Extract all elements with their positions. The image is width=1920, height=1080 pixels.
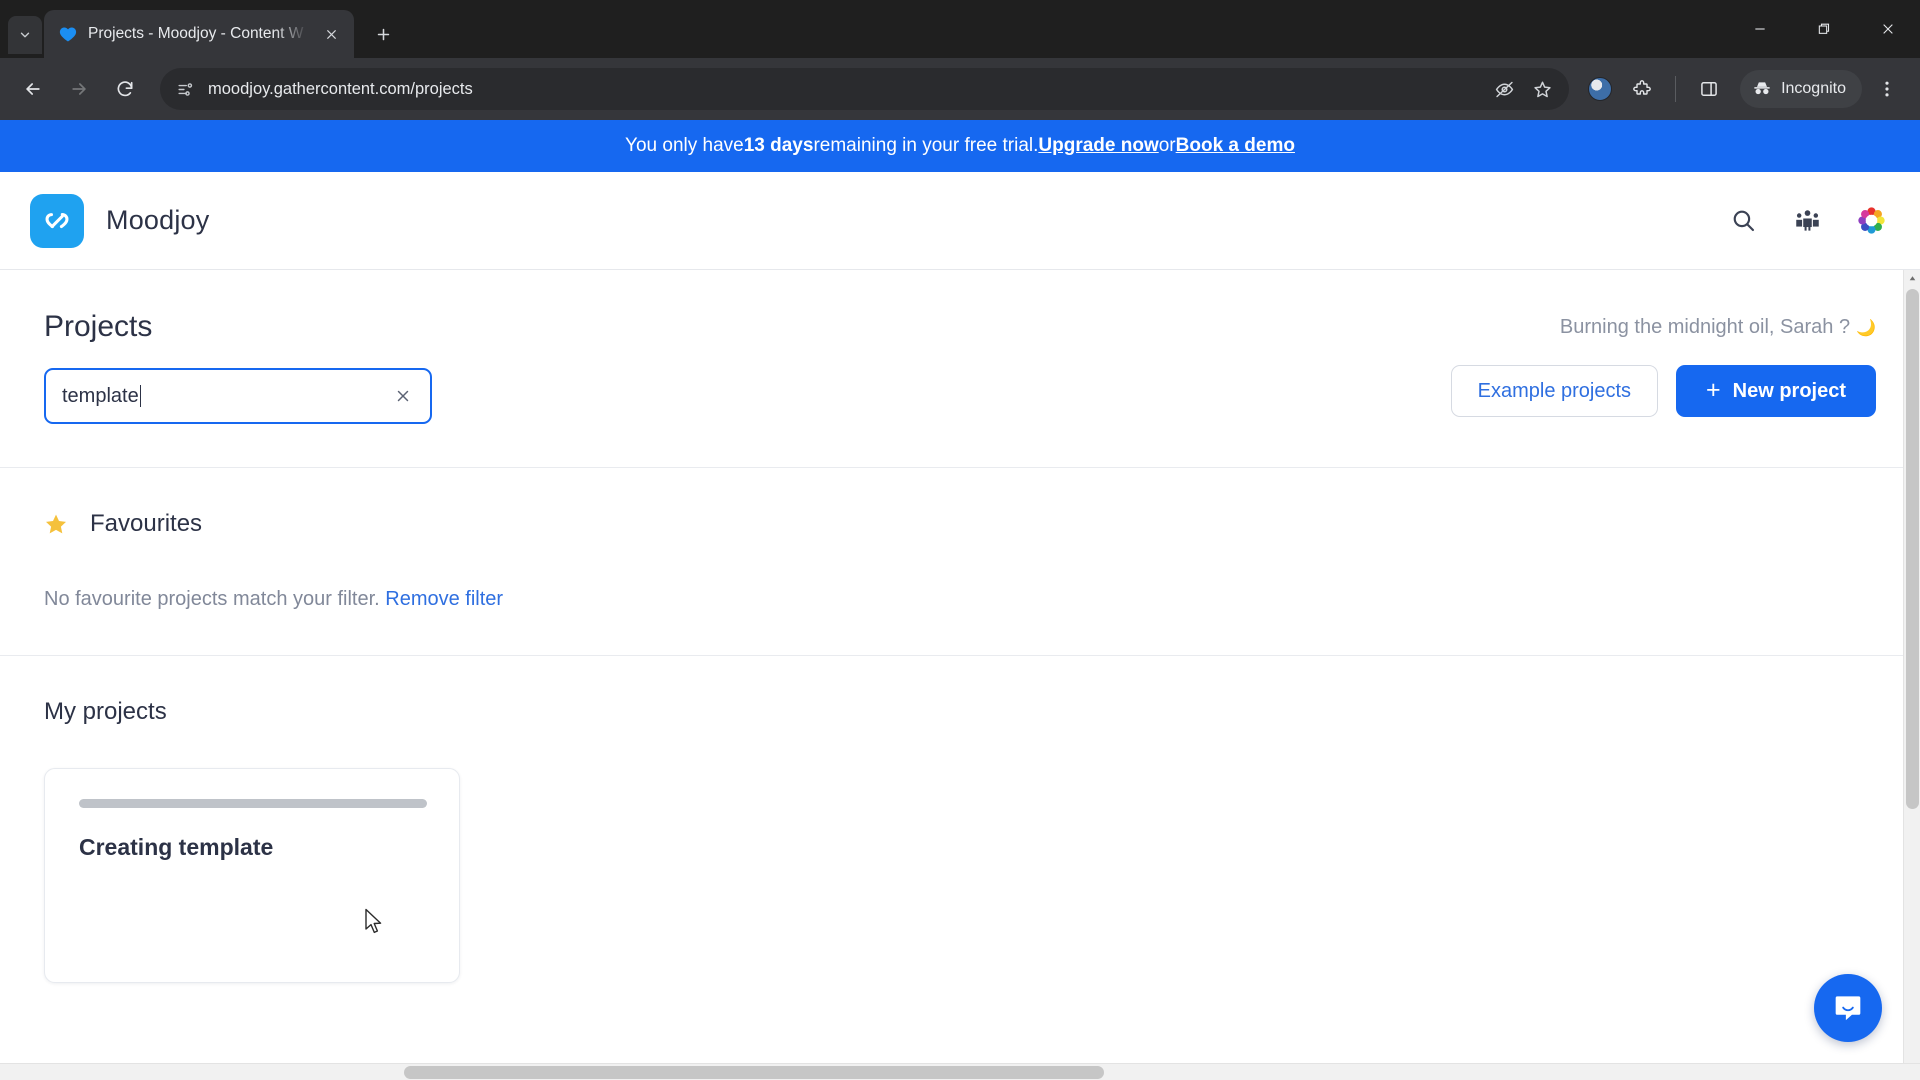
back-button[interactable] <box>12 68 54 110</box>
eye-off-icon[interactable] <box>1491 76 1517 102</box>
my-projects-title: My projects <box>44 698 167 725</box>
clear-x-icon[interactable] <box>390 383 416 409</box>
empty-label: No favourite projects match your filter. <box>44 588 380 610</box>
header-actions <box>1726 204 1888 238</box>
project-card-placeholder-bar <box>79 799 427 808</box>
toolbar-divider <box>1675 76 1677 102</box>
scroll-up-arrow-icon[interactable] <box>1904 270 1920 287</box>
page-header-right: Burning the midnight oil, Sarah ? 🌙 Exam… <box>1450 316 1876 417</box>
book-a-demo-link[interactable]: Book a demo <box>1176 135 1295 157</box>
project-card[interactable]: Creating template <box>44 768 460 983</box>
tab-search-button[interactable] <box>8 16 42 54</box>
greeting-label: Burning the midnight oil, Sarah ? <box>1559 316 1851 338</box>
search-icon[interactable] <box>1726 204 1760 238</box>
trial-banner: You only have 13 days remaining in your … <box>0 120 1920 172</box>
incognito-label: Incognito <box>1781 80 1846 97</box>
new-tab-button[interactable] <box>364 15 402 53</box>
projects-page: Projects template Burning the midnight o… <box>0 270 1920 1080</box>
minimize-button[interactable] <box>1728 0 1792 58</box>
upgrade-now-link[interactable]: Upgrade now <box>1038 135 1158 157</box>
side-panel-button[interactable] <box>1688 68 1730 110</box>
browser-toolbar: moodjoy.gathercontent.com/projects Incog… <box>0 58 1920 120</box>
url-text: moodjoy.gathercontent.com/projects <box>208 79 473 98</box>
intercom-chat-icon[interactable] <box>1814 974 1882 1042</box>
brand-name: Moodjoy <box>106 205 210 235</box>
browser-window: Projects - Moodjoy - Content W moodjoy.g… <box>0 0 1920 1080</box>
new-project-button[interactable]: + New project <box>1676 365 1876 417</box>
page-info-icon[interactable] <box>174 78 196 100</box>
incognito-indicator[interactable]: Incognito <box>1740 70 1862 108</box>
trial-days: 13 days <box>743 135 814 156</box>
rainbow-avatar-icon[interactable] <box>1854 204 1888 238</box>
app-header: Moodjoy <box>0 172 1920 270</box>
reload-button[interactable] <box>104 68 146 110</box>
page-action-buttons: Example projects + New project <box>1450 365 1876 417</box>
browser-menu-button[interactable] <box>1866 68 1908 110</box>
plus-icon: + <box>1706 375 1721 404</box>
trial-or: or <box>1158 135 1176 156</box>
trial-middle: remaining in your free trial. <box>813 135 1039 156</box>
bookmark-star-icon[interactable] <box>1529 76 1555 102</box>
remove-filter-link[interactable]: Remove filter <box>385 588 503 610</box>
greeting-text: Burning the midnight oil, Sarah ? 🌙 <box>1560 316 1876 339</box>
example-projects-button[interactable]: Example projects <box>1450 365 1659 417</box>
moodjoy-logo-icon <box>30 193 84 248</box>
favourites-empty-message: No favourite projects match your filter.… <box>44 588 1876 611</box>
vertical-scrollbar[interactable] <box>1903 270 1920 1080</box>
tab-close-button[interactable] <box>318 21 344 47</box>
my-projects-section: My projects Creating template <box>0 656 1920 983</box>
tab-strip: Projects - Moodjoy - Content W <box>0 0 1920 58</box>
browser-tab[interactable]: Projects - Moodjoy - Content W <box>44 10 354 58</box>
extensions-button[interactable] <box>1621 68 1663 110</box>
search-text: template <box>62 384 139 407</box>
greeting-emoji: 🌙 <box>1856 319 1876 337</box>
favourites-header: Favourites <box>44 510 1876 538</box>
incognito-hat-icon <box>1754 82 1770 95</box>
extension-avatar-icon[interactable] <box>1583 72 1617 106</box>
trial-prefix: You only have <box>625 135 744 156</box>
people-team-icon[interactable] <box>1790 204 1824 238</box>
horizontal-scroll-thumb[interactable] <box>404 1066 1104 1079</box>
new-project-label: New project <box>1732 379 1846 402</box>
window-close-button[interactable] <box>1856 0 1920 58</box>
star-icon <box>46 514 66 534</box>
tab-title: Projects - Moodjoy - Content W <box>88 25 304 42</box>
search-input[interactable]: template <box>44 368 432 424</box>
address-bar[interactable]: moodjoy.gathercontent.com/projects <box>160 68 1570 110</box>
forward-button[interactable] <box>58 68 100 110</box>
window-controls <box>1728 0 1920 58</box>
projects-header-area: Projects template Burning the midnight o… <box>0 270 1920 468</box>
maximize-button[interactable] <box>1792 0 1856 58</box>
vertical-scroll-thumb[interactable] <box>1906 289 1919 809</box>
project-card-title: Creating template <box>79 834 274 860</box>
favourites-section: Favourites No favourite projects match y… <box>0 468 1920 656</box>
horizontal-scrollbar[interactable] <box>0 1063 1920 1080</box>
search-input-value[interactable]: template <box>62 385 390 408</box>
moodjoy-favicon <box>58 24 78 44</box>
page-viewport: You only have 13 days remaining in your … <box>0 120 1920 1080</box>
text-caret <box>139 385 142 407</box>
favourites-title: Favourites <box>90 510 203 537</box>
brand[interactable]: Moodjoy <box>30 193 210 248</box>
